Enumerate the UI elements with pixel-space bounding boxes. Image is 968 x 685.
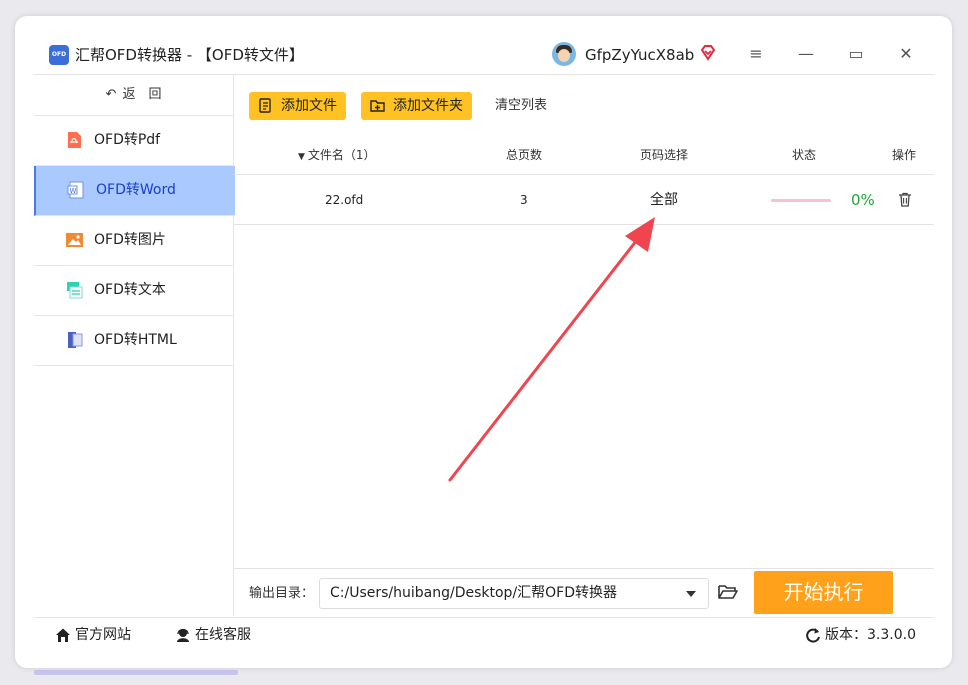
add-file-button[interactable]: 添加文件 [249,92,346,120]
delete-icon[interactable] [898,192,912,207]
clear-list-button[interactable]: 清空列表 [495,92,547,120]
output-dir-value: C:/Users/huibang/Desktop/汇帮OFD转换器 [330,585,618,601]
add-folder-button[interactable]: 添加文件夹 [361,92,472,120]
output-panel: 输出目录： C:/Users/huibang/Desktop/汇帮OFD转换器 … [234,568,934,617]
file-table-header: ▼ 文件名（1） 总页数 页码选择 状态 操作 [234,140,934,175]
footer: 官方网站 在线客服 版本：3.3.0.0 [34,617,934,654]
sidebar-item-ofd-to-text[interactable]: OFD转文本 [34,266,233,316]
output-dir-label: 输出目录： [249,586,315,601]
back-label: 返 回 [122,87,162,102]
column-pages: 总页数 [506,148,543,162]
username[interactable]: GfpZyYucX8ab [585,45,694,65]
menu-icon[interactable]: ≡ [745,43,767,65]
vip-diamond-icon[interactable] [699,44,717,62]
column-filename[interactable]: ▼ 文件名（1） [298,140,376,172]
sidebar-item-label: OFD转HTML [94,332,177,348]
column-page-select: 页码选择 [640,148,689,162]
home-icon [56,628,70,642]
refresh-icon [806,628,820,643]
image-icon [66,233,83,247]
official-website-label: 官方网站 [75,627,131,643]
row-filename: 22.ofd [325,193,364,207]
app-logo-icon: OFD [49,45,69,65]
minimize-icon[interactable]: — [795,43,817,65]
output-dir-select[interactable]: C:/Users/huibang/Desktop/汇帮OFD转换器 [319,578,709,609]
folder-open-icon[interactable] [718,583,738,601]
sidebar-item-label: OFD转Pdf [94,132,161,148]
add-folder-label: 添加文件夹 [393,98,463,114]
start-button[interactable]: 开始执行 [754,571,893,614]
customer-service-icon [177,628,189,642]
back-arrow-icon: ↶ [105,87,117,102]
table-row[interactable]: 22.ofd 3 全部 0% [234,175,934,225]
sidebar: ↶ 返 回 OFD转Pdf W OFD转Word OFD转图片 OFD转文本 O… [34,74,235,616]
window-title: 汇帮OFD转换器 - 【OFD转文件】 [75,46,304,64]
sidebar-item-ofd-to-html[interactable]: OFD转HTML [34,316,233,366]
sidebar-item-label: OFD转Word [96,182,176,198]
sidebar-item-label: OFD转文本 [94,282,166,298]
column-action: 操作 [892,148,917,162]
sidebar-item-label: OFD转图片 [94,232,166,248]
sort-desc-icon: ▼ [298,152,305,162]
column-status: 状态 [792,148,817,162]
online-support-label: 在线客服 [195,627,251,643]
row-pages: 3 [520,193,528,207]
sidebar-item-ofd-to-image[interactable]: OFD转图片 [34,216,233,266]
row-progress-bar [771,199,831,202]
close-icon[interactable]: ✕ [895,43,917,65]
word-icon: W [67,181,84,199]
sidebar-item-ofd-to-word[interactable]: W OFD转Word [34,166,235,216]
add-file-icon [259,98,271,113]
pdf-icon [68,132,81,148]
html-icon [68,332,83,348]
back-button[interactable]: ↶ 返 回 [34,74,233,116]
row-progress-percent: 0% [851,191,875,209]
chevron-down-icon [686,591,696,597]
version-label: 版本：3.3.0.0 [825,627,916,643]
column-filename-label: 文件名（1） [307,148,376,162]
app-window: OFD 汇帮OFD转换器 - 【OFD转文件】 GfpZyYucX8ab ≡ —… [15,16,952,668]
taskbar-shadow [34,670,238,675]
svg-text:W: W [70,187,77,195]
text-icon [67,282,83,299]
maximize-icon[interactable]: ▭ [845,43,867,65]
row-page-select[interactable]: 全部 [650,175,678,225]
title-bar: OFD 汇帮OFD转换器 - 【OFD转文件】 GfpZyYucX8ab ≡ —… [15,16,952,74]
add-file-label: 添加文件 [281,98,337,114]
user-avatar[interactable] [552,42,576,66]
sidebar-item-ofd-to-pdf[interactable]: OFD转Pdf [34,116,233,166]
add-folder-icon [370,100,385,112]
